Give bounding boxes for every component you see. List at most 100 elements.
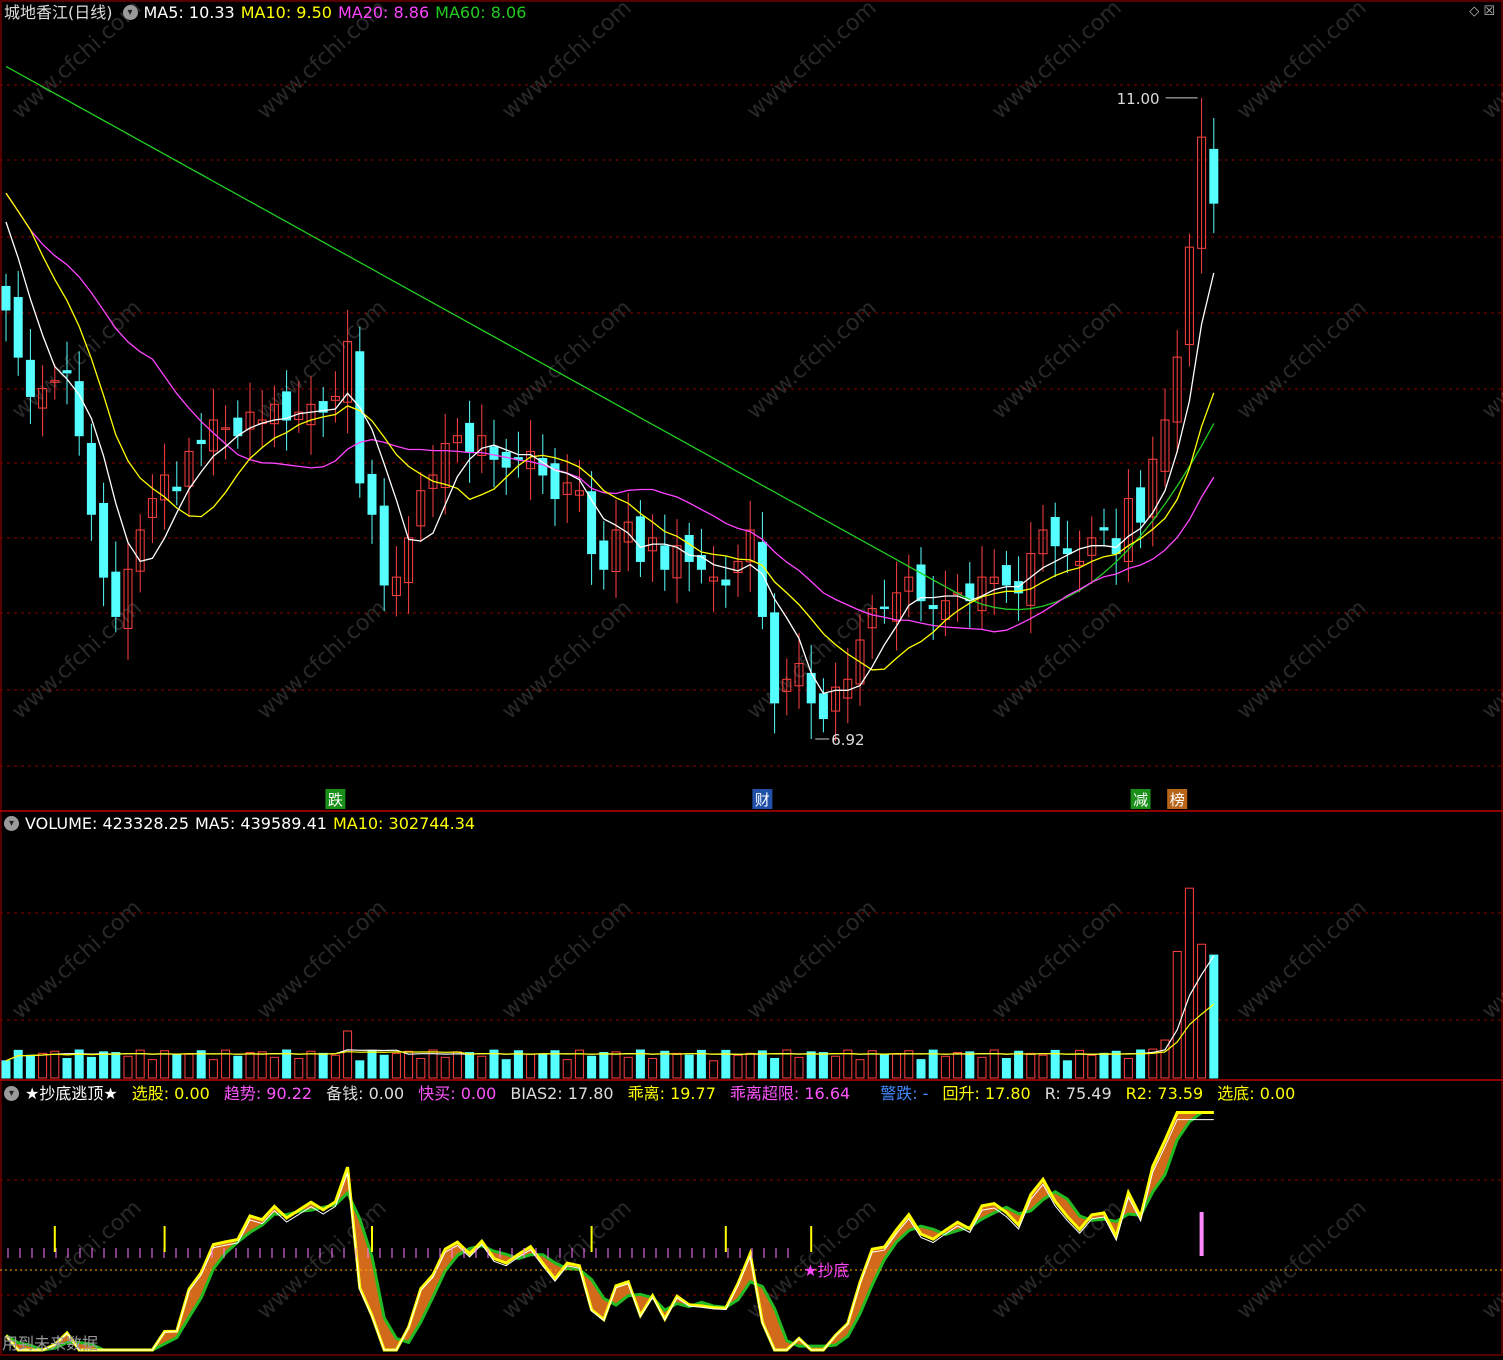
event-marker-label: 榜	[1170, 791, 1185, 809]
volume-bar	[757, 1050, 767, 1079]
volume-bar	[184, 1053, 194, 1079]
candle-body	[379, 505, 389, 586]
watermark-text: www.cfchi.com	[7, 596, 146, 725]
stock-chart: www.cfchi.com www.cfchi.com www.cfchi.com w…	[0, 0, 1503, 1356]
volume-bar	[770, 1057, 780, 1079]
volume-bar	[404, 1050, 414, 1079]
watermark-text: www.cfchi.com	[987, 296, 1126, 425]
indicator-ticks-layer	[7, 1248, 789, 1258]
close-icon[interactable]: ☒	[1483, 4, 1495, 19]
volume-bar	[599, 1052, 609, 1079]
volume-bar	[648, 1058, 658, 1079]
volume-bar	[1038, 1054, 1048, 1079]
diamond-icon[interactable]: ◇	[1469, 4, 1479, 19]
bottom-signal-label: ★抄底	[803, 1261, 849, 1280]
indicator-value: 警跌: -	[880, 1084, 929, 1103]
volume-bar	[1014, 1050, 1024, 1079]
indicator-value: 选股: 0.00	[131, 1084, 210, 1103]
volume-bar	[562, 1059, 572, 1079]
watermark-text: www.cfchi.com	[7, 1196, 146, 1325]
chart-frame: www.cfchi.com www.cfchi.com www.cfchi.com w…	[0, 0, 1503, 1356]
indicator-toggle-icon[interactable]: ▾	[4, 1086, 19, 1101]
volume-bar	[257, 1051, 267, 1079]
volume-bar	[99, 1051, 109, 1079]
window-buttons: ◇ ☒	[1469, 4, 1495, 19]
volume-bar	[1001, 1058, 1011, 1079]
indicator-value: R2: 73.59	[1125, 1084, 1204, 1103]
candle-body	[282, 391, 292, 421]
volume-bar	[623, 1056, 633, 1079]
watermark-text: www.cfchi.com	[1477, 596, 1503, 725]
settings-toggle-icon[interactable]: ▾	[122, 5, 138, 20]
ma10-label: MA10: 9.50	[240, 3, 332, 22]
volume-label: VOLUME: 423328.25	[25, 814, 189, 833]
volume-bar	[1172, 950, 1182, 1079]
volume-bar	[196, 1050, 206, 1079]
watermark-text: www.cfchi.com	[497, 896, 636, 1025]
volume-bar	[343, 1030, 353, 1079]
volume-bar	[977, 1056, 987, 1079]
stock-title[interactable]: 城地香江(日线)	[4, 3, 113, 22]
volume-ma10-label: MA10: 302744.34	[332, 814, 476, 833]
volume-bar	[38, 1052, 48, 1079]
volume-bar	[904, 1050, 914, 1079]
candle-body	[62, 370, 72, 374]
watermark-text: www.cfchi.com	[742, 896, 881, 1025]
volume-bar	[269, 1056, 279, 1079]
candle-body	[501, 451, 511, 468]
candle-body	[74, 381, 84, 437]
volume-bar	[684, 1054, 694, 1079]
volume-bar	[452, 1051, 462, 1079]
candle-body	[1062, 548, 1072, 555]
candle-body	[770, 612, 780, 704]
indicator-value: BIAS2: 17.80	[510, 1084, 614, 1103]
watermark-text: www.cfchi.com	[252, 896, 391, 1025]
volume-bar	[660, 1050, 670, 1079]
volume-bar	[50, 1050, 60, 1079]
watermark-text: www.cfchi.com	[497, 296, 636, 425]
event-marker-label: 财	[755, 791, 770, 809]
volume-bar	[208, 1059, 218, 1079]
volume-bar	[709, 1060, 719, 1079]
candle-body	[1136, 487, 1146, 523]
volume-bar	[916, 1059, 926, 1079]
watermark-text: www.cfchi.com	[7, 896, 146, 1025]
volume-bar	[965, 1051, 975, 1079]
candle-body	[355, 351, 365, 484]
volume-bar	[745, 1052, 755, 1079]
ma60-label: MA60: 8.06	[435, 3, 527, 22]
volume-bar	[953, 1052, 963, 1079]
volume-bar	[611, 1051, 621, 1079]
indicator-value: 乖离: 19.77	[627, 1084, 716, 1103]
volume-bar	[526, 1053, 536, 1079]
candle-body	[818, 693, 828, 720]
candle-body	[489, 446, 499, 460]
volume-bar	[818, 1052, 828, 1079]
volume-ma10-line	[5, 1003, 1215, 1062]
volume-bar	[62, 1057, 72, 1079]
ma20-label: MA20: 8.86	[337, 3, 430, 22]
watermark-text: www.cfchi.com	[742, 296, 881, 425]
volume-bar	[513, 1050, 523, 1079]
candle-body	[660, 545, 670, 570]
indicator-value: 趋势: 90.22	[223, 1084, 313, 1103]
volume-bar	[25, 1054, 35, 1079]
volume-toggle-icon[interactable]: ▾	[4, 816, 19, 831]
volume-bar	[672, 1052, 682, 1079]
candle-body	[1111, 538, 1121, 555]
volume-bar	[318, 1052, 328, 1079]
candle-body	[696, 555, 706, 570]
ma10-line	[5, 192, 1215, 671]
volume-legend: ▾ VOLUME: 423328.25 MA5: 439589.41 MA10: 30…	[4, 813, 481, 835]
candle-body	[721, 579, 731, 586]
volume-bar	[379, 1054, 389, 1079]
volume-bar	[330, 1054, 340, 1079]
indicator-name[interactable]: ★抄底逃顶★	[25, 1084, 118, 1103]
candle-body	[635, 516, 645, 562]
candle-body	[1099, 527, 1109, 531]
volume-bar	[867, 1050, 877, 1079]
candle-body	[367, 473, 377, 515]
candle-body	[684, 534, 694, 562]
volume-bar	[550, 1050, 560, 1079]
indicator-value: 选底: 0.00	[1217, 1084, 1296, 1103]
